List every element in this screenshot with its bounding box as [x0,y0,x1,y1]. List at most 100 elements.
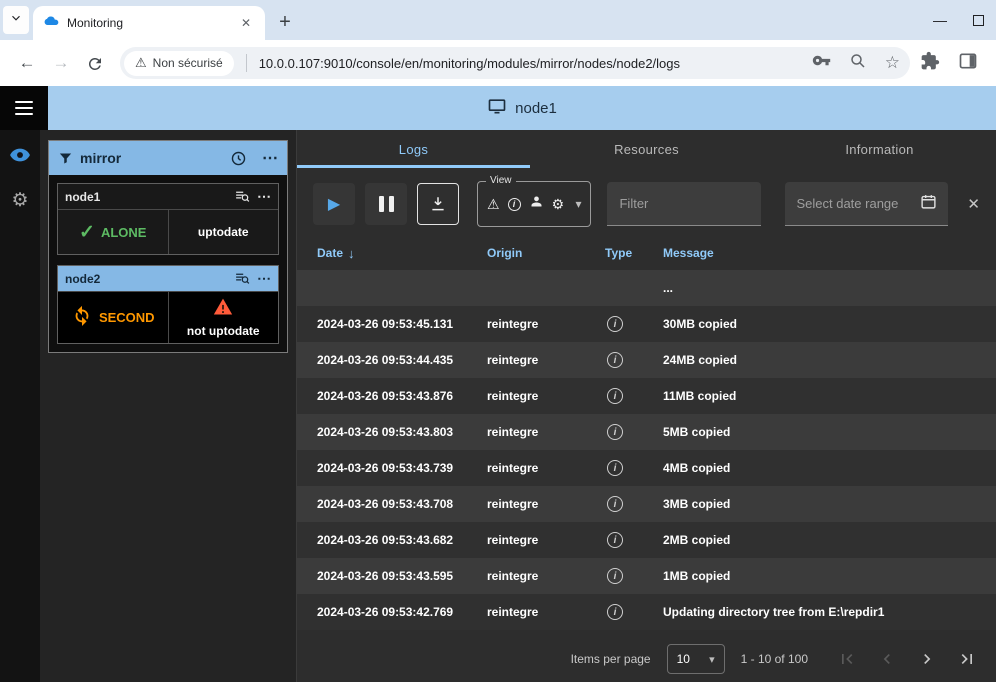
next-page-button[interactable] [912,644,942,674]
log-table-row[interactable]: 2024-03-26 09:53:42.769 reintegre i Upda… [297,594,996,630]
reload-button[interactable] [78,53,112,73]
bookmark-star-icon[interactable]: ☆ [885,53,900,73]
tab-information[interactable]: Information [763,130,996,168]
log-table-row[interactable]: 2024-03-26 09:53:43.595 reintegre i 1MB … [297,558,996,594]
settings-gear-icon[interactable]: ⚙ [11,189,28,212]
app-header: node1 [0,86,996,130]
date-range-field[interactable]: Select date range [785,182,948,226]
log-table-row[interactable]: 2024-03-26 09:53:43.876 reintegre i 11MB… [297,378,996,414]
column-header-type[interactable]: Type [605,246,663,260]
log-origin-cell: reintegre [487,605,605,619]
log-table-row[interactable]: 2024-03-26 09:53:44.435 reintegre i 24MB… [297,342,996,378]
page-range-label: 1 - 10 of 100 [741,652,808,666]
tab-logs[interactable]: Logs [297,130,530,168]
calendar-icon[interactable] [920,193,937,215]
log-date-cell: 2024-03-26 09:53:43.739 [317,461,487,475]
last-page-button[interactable] [952,644,982,674]
node1-status-body: ✓ ALONE uptodate [58,209,278,254]
log-date-cell: 2024-03-26 09:53:42.769 [317,605,487,619]
module-panel: mirror ⋯ node1 ⋯ ✓ [40,130,297,682]
security-chip[interactable]: ⚠ Non sécurisé [124,51,234,76]
node1-menu-ellipsis-icon[interactable]: ⋯ [257,188,271,205]
node2-search-logs-icon[interactable] [234,270,251,287]
module-card-mirror: mirror ⋯ node1 ⋯ ✓ [48,140,288,353]
minimize-button[interactable]: — [933,12,947,28]
omnibox-icons: ☆ [812,51,900,75]
pagination-bar: Items per page 10 ▾ 1 - 10 of 100 [297,636,996,682]
log-table-row[interactable]: 2024-03-26 09:53:43.803 reintegre i 5MB … [297,414,996,450]
node1-header: node1 ⋯ [58,184,278,209]
column-header-origin[interactable]: Origin [487,246,605,260]
log-table-row[interactable]: 2024-03-26 09:53:43.682 reintegre i 2MB … [297,522,996,558]
node2-sync-status: not uptodate [169,292,279,343]
icon-sidebar: ⚙ [0,130,40,682]
node2-header: node2 ⋯ [58,266,278,291]
view-select-label: View [486,175,516,186]
main-content: Logs Resources Information ▶ View ⚠ i ⚙ … [297,130,996,682]
view-filter-select[interactable]: View ⚠ i ⚙ ▾ [477,181,591,227]
log-table-row[interactable]: 2024-03-26 09:53:43.739 reintegre i 4MB … [297,450,996,486]
maximize-button[interactable] [973,15,984,26]
new-tab-button[interactable]: + [271,8,299,36]
first-page-button[interactable] [832,644,862,674]
items-per-page-label: Items per page [571,652,651,666]
divider [246,54,247,72]
side-panel-icon[interactable] [958,51,978,76]
address-bar[interactable]: ⚠ Non sécurisé 10.0.0.107:9010/console/e… [120,47,910,79]
node2-status-label: not uptodate [187,324,260,338]
forward-button[interactable]: → [44,53,78,73]
person-filter-icon [529,194,544,214]
clock-icon[interactable] [230,150,247,167]
tab-resources[interactable]: Resources [530,130,763,168]
log-type-cell: i [605,316,663,332]
pause-button[interactable] [365,183,407,225]
password-key-icon[interactable] [812,51,831,75]
log-message-cell: 24MB copied [663,353,996,367]
play-button[interactable]: ▶ [313,183,355,225]
back-button[interactable]: ← [10,53,44,73]
log-table-body: i ... 2024-03-26 09:53:45.131 reintegre … [297,270,996,630]
node2-menu-ellipsis-icon[interactable]: ⋯ [257,270,271,287]
info-icon: i [607,460,623,476]
info-icon: i [607,532,623,548]
hamburger-menu-button[interactable] [0,86,48,130]
date-clear-icon[interactable]: ✕ [967,195,980,213]
node1-search-logs-icon[interactable] [234,188,251,205]
previous-page-button[interactable] [872,644,902,674]
tab-title: Monitoring [67,16,229,30]
eye-icon[interactable] [9,144,31,171]
date-header-label: Date [317,246,343,260]
log-table-row[interactable]: i ... [297,270,996,306]
column-header-message[interactable]: Message [663,246,996,260]
column-header-date[interactable]: Date ↓ [317,246,487,261]
log-table-row[interactable]: 2024-03-26 09:53:43.708 reintegre i 3MB … [297,486,996,522]
tab-close-icon[interactable]: ✕ [237,14,255,32]
pause-icon [379,196,394,212]
window-controls: — [933,0,996,40]
node2-status-body: SECOND not uptodate [58,291,278,343]
download-button[interactable] [417,183,459,225]
check-icon: ✓ [79,221,95,244]
log-type-cell: i [605,280,663,296]
node1-sync-status: uptodate [169,210,279,254]
page-size-select[interactable]: 10 ▾ [667,644,725,674]
node2-state-label: SECOND [99,310,155,325]
log-message-cell: ... [663,281,996,295]
zoom-icon[interactable] [849,52,867,75]
log-date-cell: 2024-03-26 09:53:43.876 [317,389,487,403]
tab-search-button[interactable] [3,6,29,34]
log-type-cell: i [605,604,663,620]
filter-input[interactable] [607,182,761,226]
log-type-cell: i [605,388,663,404]
extensions-puzzle-icon[interactable] [920,51,940,76]
node-card-node1[interactable]: node1 ⋯ ✓ ALONE uptodate [57,183,279,255]
module-menu-ellipsis-icon[interactable]: ⋯ [262,148,278,168]
module-card-header[interactable]: mirror ⋯ [49,141,287,175]
warning-icon: ⚠ [135,55,147,71]
log-table-row[interactable]: 2024-03-26 09:53:45.131 reintegre i 30MB… [297,306,996,342]
browser-tab-monitoring[interactable]: Monitoring ✕ [33,6,265,40]
node-card-node2[interactable]: node2 ⋯ SECOND not uptodate [57,265,279,344]
log-date-cell: 2024-03-26 09:53:43.708 [317,497,487,511]
app-title-bar: node1 [48,86,996,130]
log-message-cell: 11MB copied [663,389,996,403]
